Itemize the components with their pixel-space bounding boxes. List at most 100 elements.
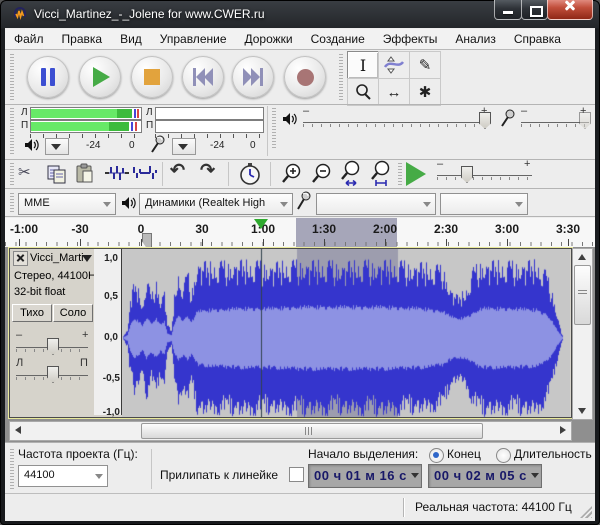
menu-analyze[interactable]: Анализ (446, 32, 505, 46)
transcription-toolbar-grip[interactable] (398, 163, 402, 185)
menu-help[interactable]: Справка (505, 32, 570, 46)
playback-meter-right-bar[interactable] (30, 120, 142, 133)
microphone-icon (150, 135, 166, 153)
menu-generate[interactable]: Создание (302, 32, 374, 46)
record-meter-left-bar[interactable] (155, 107, 264, 120)
silence-selection-button[interactable] (132, 164, 158, 182)
record-meter-dropdown[interactable] (172, 138, 196, 155)
magnifier-icon (354, 83, 372, 101)
track-format-line1: Стерео, 44100Hz (14, 270, 101, 282)
horizontal-scroll-thumb[interactable] (141, 423, 483, 439)
vertical-scrollbar[interactable] (572, 248, 593, 420)
timeline-ruler[interactable]: -1:00 -30 0 30 1:00 1:30 2:00 2:30 3:00 … (5, 218, 595, 248)
output-volume-slider[interactable] (303, 122, 491, 123)
pencil-icon: ✎ (419, 56, 432, 74)
menu-tracks[interactable]: Дорожки (236, 32, 302, 46)
vertical-scroll-thumb[interactable] (574, 265, 591, 325)
play-at-speed-button[interactable] (406, 162, 426, 186)
input-device-mic-icon (296, 191, 312, 210)
edit-toolbar-grip[interactable] (10, 163, 14, 185)
duration-radio-label[interactable]: Длительность (514, 447, 592, 461)
device-toolbar-grip[interactable] (10, 193, 14, 213)
end-radio-label[interactable]: Конец (447, 447, 481, 461)
draw-tool-button[interactable]: ✎ (409, 51, 441, 79)
trim-outside-button[interactable] (104, 164, 130, 182)
output-device-combo[interactable]: Динамики (Realtek High (139, 193, 293, 215)
duration-radio[interactable] (496, 448, 511, 463)
resize-grip[interactable] (580, 506, 592, 518)
envelope-icon (383, 55, 405, 75)
zoom-in-button[interactable] (280, 162, 304, 186)
copy-button[interactable] (46, 164, 68, 184)
meter-toolbar-grip[interactable] (10, 108, 14, 154)
selection-start-field[interactable]: 00 ч 01 м 16 с (308, 464, 422, 488)
title-bar[interactable]: Vicci_Martinez_-_Jolene for www.CWER.ru (0, 0, 600, 28)
snap-to-checkbox[interactable] (289, 467, 304, 482)
undo-button[interactable]: ↶ (170, 160, 185, 181)
envelope-tool-button[interactable] (378, 51, 410, 79)
input-volume-slider[interactable] (521, 122, 589, 123)
play-button[interactable] (79, 56, 121, 98)
spinner-down-icon (411, 473, 419, 478)
track-menu-chevron-icon[interactable] (82, 255, 92, 262)
zoom-out-button[interactable] (310, 162, 334, 186)
pan-thumb[interactable] (47, 366, 59, 383)
redo-icon: ↷ (200, 160, 215, 180)
timeshift-tool-button[interactable]: ↔ (378, 78, 410, 106)
gain-thumb[interactable] (47, 338, 59, 355)
waveform-canvas[interactable] (122, 249, 570, 417)
close-button[interactable] (547, 0, 593, 20)
pan-left-label: Л (16, 357, 23, 369)
pause-button[interactable] (27, 56, 69, 98)
fit-selection-button[interactable] (338, 160, 364, 187)
selection-end-field[interactable]: 00 ч 02 м 05 с (428, 464, 542, 488)
mixer-toolbar-grip[interactable] (272, 108, 276, 150)
tools-toolbar-grip[interactable] (339, 54, 343, 100)
status-bar: Реальная частота: 44100 Гц (5, 493, 595, 521)
cut-icon: ✂ (18, 164, 31, 181)
stop-button[interactable] (131, 56, 173, 98)
skip-to-end-button[interactable] (232, 56, 274, 98)
record-meter-right-bar[interactable] (155, 120, 264, 133)
playback-meter-dropdown[interactable] (45, 138, 69, 155)
audacity-logo-icon (12, 6, 28, 22)
menu-effects[interactable]: Эффекты (374, 32, 447, 46)
end-radio[interactable] (429, 448, 444, 463)
input-channels-combo[interactable] (440, 193, 528, 215)
record-button[interactable] (284, 56, 326, 98)
cut-button[interactable]: ✂ (18, 163, 31, 181)
selection-toolbar-grip[interactable] (10, 449, 14, 489)
play-speed-minus: – (437, 158, 443, 170)
project-rate-combo[interactable]: 44100 (18, 465, 108, 487)
play-speed-slider[interactable] (437, 175, 532, 176)
transport-toolbar-grip[interactable] (10, 54, 14, 100)
sync-lock-button[interactable] (238, 162, 262, 186)
maximize-button[interactable] (521, 0, 548, 20)
paste-button[interactable] (75, 163, 95, 184)
fit-project-button[interactable] (368, 160, 394, 187)
skip-to-start-button[interactable] (182, 56, 224, 98)
horizontal-scrollbar[interactable] (9, 421, 572, 441)
menu-edit[interactable]: Правка (53, 32, 112, 46)
multi-tool-button[interactable]: ✱ (409, 78, 441, 106)
input-volume-minus: – (521, 105, 527, 117)
silence-icon (132, 164, 158, 182)
zoom-tool-button[interactable] (347, 78, 379, 106)
solo-button[interactable]: Соло (53, 304, 93, 322)
track-title[interactable]: Vicci_Marti (30, 252, 84, 264)
mute-button[interactable]: Тихо (12, 304, 52, 322)
menu-view[interactable]: Вид (111, 32, 151, 46)
track-close-button[interactable] (13, 251, 28, 266)
redo-button[interactable]: ↷ (200, 160, 215, 181)
gain-plus-label: + (82, 329, 88, 341)
playhead-marker[interactable] (254, 219, 268, 229)
menu-transport[interactable]: Управление (151, 32, 236, 46)
input-device-combo[interactable] (316, 193, 436, 215)
audio-host-combo[interactable]: MME (18, 193, 116, 215)
menu-file[interactable]: Файл (5, 32, 53, 46)
selection-tool-button[interactable]: I (347, 51, 379, 79)
output-volume-minus: – (303, 105, 309, 117)
minimize-button[interactable] (494, 0, 522, 20)
amplitude-ruler: 1,0 0,5 0,0 -0,5 -1,0 (94, 249, 122, 415)
playback-meter-left-bar[interactable] (30, 107, 142, 120)
